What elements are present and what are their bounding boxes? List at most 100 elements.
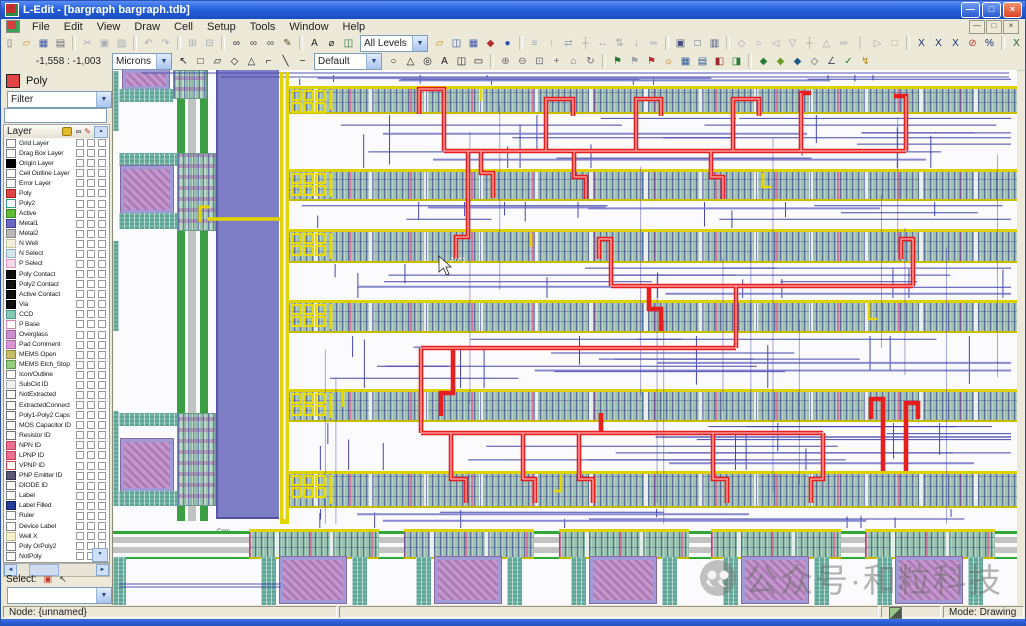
select-point-button[interactable]: X	[913, 35, 930, 51]
layer-checkbox[interactable]	[76, 451, 84, 459]
deselect-all-button[interactable]: ⊘	[964, 35, 981, 51]
layer-checkbox[interactable]	[98, 220, 106, 228]
layer-checkbox[interactable]	[87, 169, 95, 177]
layer-checkbox[interactable]	[76, 260, 84, 268]
select-percent-button[interactable]: %	[981, 35, 998, 51]
layer-row[interactable]: Metal2	[4, 229, 109, 239]
layer-checkbox[interactable]	[98, 502, 106, 510]
layer-row[interactable]: Ruler	[4, 511, 109, 521]
visibility-icon[interactable]: ∞	[76, 127, 82, 136]
layer-checkbox[interactable]	[76, 159, 84, 167]
layer-checkbox[interactable]	[76, 492, 84, 500]
chevron-down-icon[interactable]: ▼	[96, 92, 111, 107]
layer-checkbox[interactable]	[98, 169, 106, 177]
wheel-button[interactable]: ☼	[660, 53, 677, 69]
unzoom-box-button[interactable]: ⊟	[201, 35, 218, 51]
layer-checkbox[interactable]	[87, 401, 95, 409]
layer-row[interactable]: Drag Box Layer	[4, 148, 109, 158]
layer-checkbox[interactable]	[98, 351, 106, 359]
layer-checkbox[interactable]	[76, 200, 84, 208]
zoom-box-button[interactable]: ⊞	[184, 35, 201, 51]
layer-row[interactable]: N Select	[4, 249, 109, 259]
instance-tool-button[interactable]: ◫	[453, 53, 470, 69]
layer-checkbox[interactable]	[98, 341, 106, 349]
layer-checkbox[interactable]	[98, 431, 106, 439]
layer-checkbox[interactable]	[87, 492, 95, 500]
angle-measure-button[interactable]: ∠	[823, 53, 840, 69]
layer-checkbox[interactable]	[76, 179, 84, 187]
grow-select-button[interactable]: X	[1008, 35, 1025, 51]
layer-checkbox[interactable]	[76, 441, 84, 449]
layer-checkbox[interactable]	[76, 280, 84, 288]
scroll-down-button[interactable]: ▼	[92, 548, 108, 562]
minimize-button[interactable]: —	[961, 2, 980, 18]
layer-row[interactable]: LPNP ID	[4, 450, 109, 460]
layer-row[interactable]: Device Label	[4, 521, 109, 531]
slice-v-button[interactable]: │	[852, 35, 869, 51]
layer-row[interactable]: Overglass	[4, 329, 109, 339]
layer-checkbox[interactable]	[87, 472, 95, 480]
close-button[interactable]: ×	[1003, 2, 1022, 18]
layer-row[interactable]: Pad Comment	[4, 340, 109, 350]
layer-checkbox[interactable]	[98, 441, 106, 449]
layer-row[interactable]: Origin Layer	[4, 158, 109, 168]
ungroup-button[interactable]: □	[689, 35, 706, 51]
layer-checkbox[interactable]	[87, 200, 95, 208]
layer-checkbox[interactable]	[87, 512, 95, 520]
menu-edit[interactable]: Edit	[57, 20, 90, 34]
distribute-v-button[interactable]: ⇅	[611, 35, 628, 51]
zoom-magnify-button[interactable]: ⌀	[323, 35, 340, 51]
layer-checkbox[interactable]	[87, 270, 95, 278]
layer-row[interactable]: NPN ID	[4, 440, 109, 450]
layer-checkbox[interactable]	[76, 431, 84, 439]
layer-row[interactable]: SubCkt ID	[4, 380, 109, 390]
menu-file[interactable]: File	[25, 20, 57, 34]
layer-checkbox[interactable]	[76, 381, 84, 389]
layer-row[interactable]: MEMS Open	[4, 350, 109, 360]
layer-checkbox[interactable]	[98, 189, 106, 197]
boolean-ops-button[interactable]: □	[886, 35, 903, 51]
layer-checkbox[interactable]	[98, 522, 106, 530]
node-trace-lime-button[interactable]: ◆	[772, 53, 789, 69]
layer-checkbox[interactable]	[87, 280, 95, 288]
layer-checkbox[interactable]	[76, 532, 84, 540]
zoom-fit-button[interactable]: ⊡	[531, 53, 548, 69]
select-tool-button[interactable]: ↖	[175, 53, 192, 69]
layer-checkbox[interactable]	[87, 431, 95, 439]
layer-checkbox[interactable]	[76, 401, 84, 409]
layer-checkbox[interactable]	[87, 320, 95, 328]
layer-checkbox[interactable]	[87, 189, 95, 197]
layer-checkbox[interactable]	[87, 391, 95, 399]
layer-checkbox[interactable]	[87, 532, 95, 540]
layer-checkbox[interactable]	[87, 210, 95, 218]
layer-row[interactable]: PNP Emitter ID	[4, 471, 109, 481]
layer-checkbox[interactable]	[76, 411, 84, 419]
rotate-90-button[interactable]: ◇	[733, 35, 750, 51]
cross-section-button[interactable]: ◆	[482, 35, 499, 51]
copy-button[interactable]: ▣	[96, 35, 113, 51]
layer-checkbox[interactable]	[87, 341, 95, 349]
find-previous-button[interactable]: ∞	[262, 35, 279, 51]
layer-checkbox[interactable]	[98, 230, 106, 238]
open-cell-button[interactable]: ▱	[431, 35, 448, 51]
layer-row[interactable]: DIODE ID	[4, 481, 109, 491]
units-combobox[interactable]: Microns ▼	[112, 53, 172, 70]
layer-checkbox[interactable]	[98, 310, 106, 318]
save-cell-button[interactable]: ▦	[465, 35, 482, 51]
chevron-down-icon[interactable]: ▼	[96, 588, 111, 603]
layer-row[interactable]: Poly2	[4, 198, 109, 208]
layer-checkbox[interactable]	[98, 492, 106, 500]
layer-row[interactable]: Poly1-Poly2 Caps	[4, 410, 109, 420]
wire-45-tool-button[interactable]: ╲	[277, 53, 294, 69]
layer-checkbox[interactable]	[76, 250, 84, 258]
undo-button[interactable]: ↶	[140, 35, 157, 51]
save-file-button[interactable]: ▦	[35, 35, 52, 51]
layer-checkbox[interactable]	[98, 149, 106, 157]
layer-checkbox[interactable]	[87, 482, 95, 490]
layer-row[interactable]: Poly2 Contact	[4, 279, 109, 289]
layer-checkbox[interactable]	[87, 411, 95, 419]
box-tool-button[interactable]: □	[192, 53, 209, 69]
verify-button[interactable]: ✓	[840, 53, 857, 69]
layer-checkbox[interactable]	[98, 260, 106, 268]
layer-checkbox[interactable]	[76, 462, 84, 470]
